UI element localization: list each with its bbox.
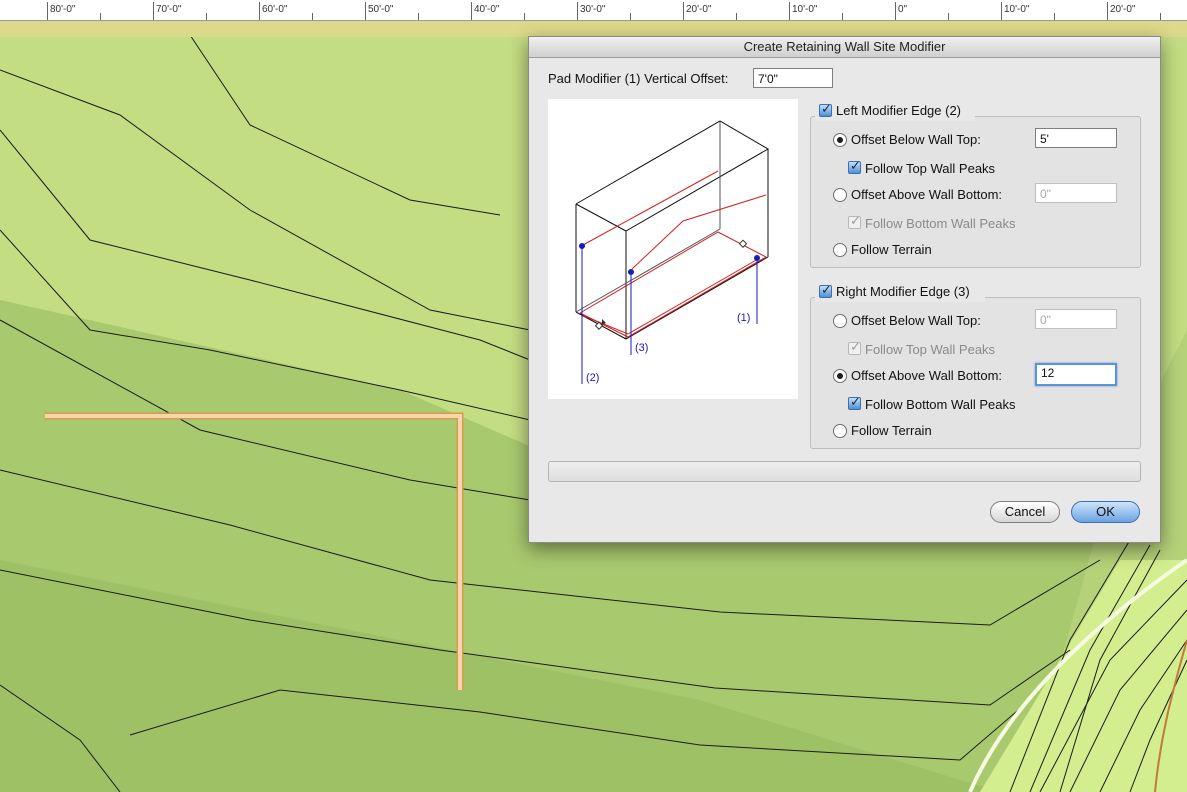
left-offset-above-bottom-radio[interactable] <box>833 188 847 202</box>
right-offset-below-top-radio[interactable] <box>833 314 847 328</box>
right-follow-top-peaks-checkbox[interactable] <box>848 340 861 355</box>
left-offset-above-bottom-label: Offset Above Wall Bottom: <box>851 187 1003 202</box>
retaining-wall-dialog: Create Retaining Wall Site Modifier Pad … <box>528 36 1161 543</box>
left-follow-bottom-peaks-label: Follow Bottom Wall Peaks <box>865 216 1016 231</box>
left-offset-below-top-radio[interactable] <box>833 133 847 147</box>
progress-bar <box>548 461 1141 482</box>
diagram-label-pad: (1) <box>737 312 751 324</box>
left-follow-terrain-radio[interactable] <box>833 243 847 257</box>
left-edge-checkbox[interactable] <box>819 102 832 117</box>
ruler-label: 20'-0" <box>686 4 712 15</box>
wall-diagram: (1) (2) (3) <box>548 99 798 399</box>
ruler-label: 50'-0" <box>368 4 394 15</box>
right-offset-below-top-label: Offset Below Wall Top: <box>851 313 981 328</box>
ok-button[interactable]: OK <box>1071 501 1140 523</box>
right-edge-label: Right Modifier Edge (3) <box>836 284 970 299</box>
selection-band <box>0 21 1187 37</box>
left-offset-above-bottom-field[interactable]: 0" <box>1035 183 1117 203</box>
left-edge-label: Left Modifier Edge (2) <box>836 103 962 118</box>
right-offset-above-bottom-radio[interactable] <box>833 369 847 383</box>
right-follow-bottom-peaks-label: Follow Bottom Wall Peaks <box>865 397 1016 412</box>
left-follow-terrain-label: Follow Terrain <box>851 242 932 257</box>
dialog-title[interactable]: Create Retaining Wall Site Modifier <box>529 37 1160 58</box>
ruler-label: 60'-0" <box>262 4 288 15</box>
right-edge-checkbox[interactable] <box>819 283 832 298</box>
right-offset-below-top-field[interactable]: 0" <box>1035 309 1117 329</box>
ruler-label: 40'-0" <box>474 4 500 15</box>
right-follow-bottom-peaks-checkbox[interactable] <box>848 395 861 410</box>
right-follow-top-peaks-label: Follow Top Wall Peaks <box>865 342 996 357</box>
right-follow-terrain-label: Follow Terrain <box>851 423 932 438</box>
diagram-label-right: (3) <box>635 342 649 354</box>
right-offset-above-bottom-label: Offset Above Wall Bottom: <box>851 368 1003 383</box>
left-follow-bottom-peaks-checkbox[interactable] <box>848 214 861 229</box>
left-offset-below-top-field[interactable]: 5' <box>1035 128 1117 148</box>
right-offset-above-bottom-field[interactable]: 12 <box>1035 363 1117 386</box>
pad-offset-field[interactable]: 7'0" <box>753 68 833 88</box>
ruler-label: 80'-0" <box>50 4 76 15</box>
left-follow-top-peaks-checkbox[interactable] <box>848 159 861 174</box>
ruler-label: 10'-0" <box>1004 4 1030 15</box>
ruler-label: 20'-0" <box>1110 4 1136 15</box>
pad-offset-label: Pad Modifier (1) Vertical Offset: <box>548 71 729 86</box>
left-offset-below-top-label: Offset Below Wall Top: <box>851 132 981 147</box>
ruler-label: 0" <box>898 4 908 15</box>
left-follow-top-peaks-label: Follow Top Wall Peaks <box>865 161 996 176</box>
cancel-button[interactable]: Cancel <box>990 501 1060 523</box>
right-follow-terrain-radio[interactable] <box>833 424 847 438</box>
horizontal-ruler: 80'-0" 70'-0" 60'-0" 50'-0" 40'-0" 30'-0… <box>0 0 1187 21</box>
ruler-label: 10'-0" <box>792 4 818 15</box>
ruler-label: 70'-0" <box>156 4 182 15</box>
ruler-label: 30'-0" <box>580 4 606 15</box>
diagram-label-left: (2) <box>586 372 600 384</box>
